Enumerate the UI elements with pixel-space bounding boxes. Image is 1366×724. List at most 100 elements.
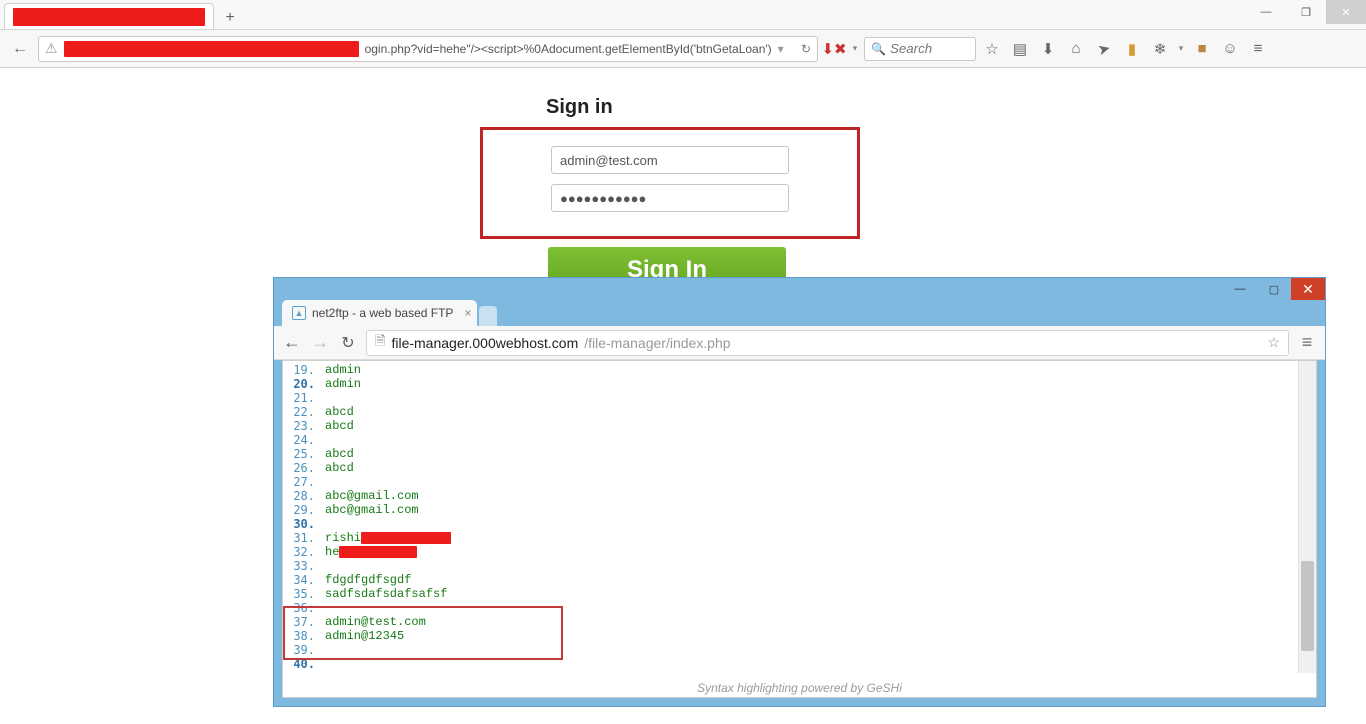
line-number: 40.	[283, 657, 319, 671]
code-line: 21.	[283, 391, 1298, 405]
line-content: abcd	[319, 447, 354, 461]
bookmark-star-icon[interactable]: ☆	[1267, 334, 1280, 351]
extension-square-icon[interactable]: ■	[1190, 37, 1214, 61]
line-content: admin	[319, 363, 361, 377]
new-tab-button[interactable]: +	[218, 7, 242, 29]
dropdown-icon[interactable]: ▾	[778, 42, 784, 56]
line-number: 27.	[283, 475, 319, 489]
line-content: abcd	[319, 419, 354, 433]
downloads-icon[interactable]: ⬇	[1036, 37, 1060, 61]
line-content: abcd	[319, 405, 354, 419]
home-icon[interactable]: ⌂	[1064, 37, 1088, 61]
send-icon[interactable]: ➤	[1089, 34, 1118, 63]
code-line: 40.	[283, 657, 1298, 671]
line-content: sadfsdafsdafsafsf	[319, 587, 447, 601]
line-number: 24.	[283, 433, 319, 447]
page-icon: 🗎	[375, 332, 385, 354]
redacted-tab-title	[13, 8, 205, 26]
chrome-url-bar[interactable]: 🗎 file-manager.000webhost.com/file-manag…	[366, 330, 1289, 356]
signin-title: Sign in	[546, 96, 860, 119]
search-input[interactable]	[890, 41, 969, 56]
minimize-button[interactable]: —	[1246, 0, 1286, 24]
line-content: abcd	[319, 461, 354, 475]
code-line: 33.	[283, 559, 1298, 573]
minimize-button[interactable]: —	[1223, 278, 1257, 300]
code-line: 27.	[283, 475, 1298, 489]
line-content: admin@12345	[319, 629, 404, 643]
code-line: 28.abc@gmail.com	[283, 489, 1298, 503]
code-line: 24.	[283, 433, 1298, 447]
line-content: he	[319, 545, 417, 559]
code-line: 31.rishi	[283, 531, 1298, 545]
reload-icon[interactable]: ↻	[338, 333, 358, 353]
hamburger-menu-icon[interactable]: ≡	[1246, 37, 1270, 61]
maximize-button[interactable]: ▢	[1257, 278, 1291, 300]
line-content: abc@gmail.com	[319, 489, 419, 503]
dropdown-arrow-icon[interactable]: ▾	[850, 43, 860, 54]
line-number: 39.	[283, 643, 319, 657]
firefox-toolbar: ← ⚠ ogin.php?vid=hehe"/><script>%0Adocum…	[0, 30, 1366, 68]
maximize-button[interactable]: ❐	[1286, 0, 1326, 24]
file-viewer: 19.admin20.admin21.22.abcd23.abcd24.25.a…	[282, 360, 1317, 698]
code-line: 32.he	[283, 545, 1298, 559]
line-number: 28.	[283, 489, 319, 503]
back-button[interactable]: ←	[282, 332, 302, 353]
code-line: 37.admin@test.com	[283, 615, 1298, 629]
chrome-toolbar: ← → ↻ 🗎 file-manager.000webhost.com/file…	[274, 326, 1325, 360]
line-number: 29.	[283, 503, 319, 517]
firefox-window-controls: — ❐ ✕	[1246, 0, 1366, 30]
chrome-tab-active[interactable]: ▲ net2ftp - a web based FTP ×	[282, 300, 477, 326]
redacted-url-portion	[64, 41, 359, 57]
reader-view-icon[interactable]: ▤	[1008, 37, 1032, 61]
close-window-button[interactable]: ✕	[1326, 0, 1366, 24]
reload-icon[interactable]: ↻	[801, 42, 811, 56]
code-line: 36.	[283, 601, 1298, 615]
code-line: 30.	[283, 517, 1298, 531]
url-host: file-manager.000webhost.com	[391, 335, 578, 351]
email-field[interactable]	[551, 146, 789, 174]
line-content: rishi	[319, 531, 451, 545]
line-number: 23.	[283, 419, 319, 433]
line-number: 19.	[283, 363, 319, 377]
line-number: 20.	[283, 377, 319, 391]
firefox-tab-active[interactable]	[4, 3, 214, 29]
firefox-url-bar[interactable]: ⚠ ogin.php?vid=hehe"/><script>%0Adocumen…	[38, 36, 818, 62]
chat-icon[interactable]: ☺	[1218, 37, 1242, 61]
firefox-search-box[interactable]: 🔍	[864, 37, 976, 61]
line-number: 25.	[283, 447, 319, 461]
security-warning-icon: ⚠	[45, 40, 58, 57]
code-area: 19.admin20.admin21.22.abcd23.abcd24.25.a…	[283, 361, 1298, 673]
chrome-window: — ▢ ✕ ▲ net2ftp - a web based FTP × ← → …	[273, 277, 1326, 707]
code-line: 29.abc@gmail.com	[283, 503, 1298, 517]
hamburger-menu-icon[interactable]: ≡	[1297, 332, 1317, 353]
back-button[interactable]: ←	[6, 35, 34, 63]
line-number: 32.	[283, 545, 319, 559]
line-number: 38.	[283, 629, 319, 643]
chrome-tab-title: net2ftp - a web based FTP	[312, 306, 453, 320]
download-blocked-icon[interactable]: ⬇✖	[822, 37, 846, 61]
line-number: 26.	[283, 461, 319, 475]
code-line: 26.abcd	[283, 461, 1298, 475]
firefox-tab-strip: + — ❐ ✕	[0, 0, 1366, 30]
code-line: 35.sadfsdafsdafsafsf	[283, 587, 1298, 601]
bookmark-star-icon[interactable]: ☆	[980, 37, 1004, 61]
line-content: admin	[319, 377, 361, 391]
scrollbar-thumb[interactable]	[1301, 561, 1314, 651]
book-icon[interactable]: ▮	[1120, 37, 1144, 61]
password-field[interactable]	[551, 184, 789, 212]
url-path: /file-manager/index.php	[584, 335, 730, 351]
line-content: admin@test.com	[319, 615, 426, 629]
line-number: 35.	[283, 587, 319, 601]
addon-icon[interactable]: ❄	[1148, 37, 1172, 61]
favicon-icon: ▲	[292, 306, 306, 320]
forward-button[interactable]: →	[310, 332, 330, 353]
line-content: abc@gmail.com	[319, 503, 419, 517]
close-window-button[interactable]: ✕	[1291, 278, 1325, 300]
line-number: 31.	[283, 531, 319, 545]
code-line: 39.	[283, 643, 1298, 657]
code-line: 20.admin	[283, 377, 1298, 391]
new-tab-ghost[interactable]	[479, 306, 497, 326]
close-tab-icon[interactable]: ×	[464, 306, 471, 320]
dropdown-arrow-icon[interactable]: ▾	[1176, 43, 1186, 54]
vertical-scrollbar[interactable]	[1298, 361, 1316, 673]
